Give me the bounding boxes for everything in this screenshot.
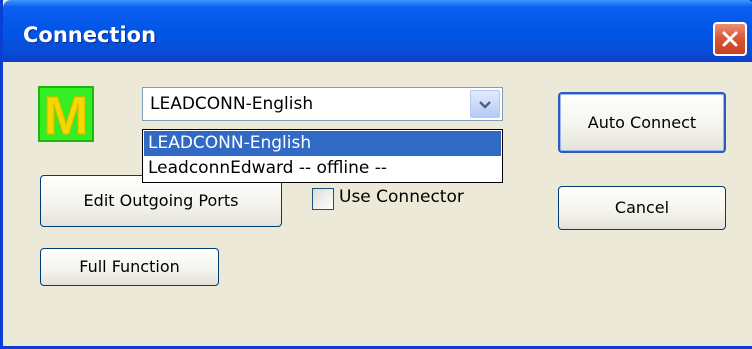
- close-button[interactable]: [713, 22, 747, 56]
- full-function-button[interactable]: Full Function: [40, 248, 219, 286]
- logo-letter: M: [44, 88, 89, 140]
- server-combobox[interactable]: LEADCONN-English: [142, 87, 503, 121]
- window-title: Connection: [23, 23, 157, 47]
- app-logo: M: [38, 86, 94, 142]
- dialog-body: M LEADCONN-English LEADCONN-English Lead…: [6, 62, 752, 346]
- dropdown-option-leadconnedward[interactable]: LeadconnEdward -- offline --: [144, 156, 501, 181]
- use-connector-label[interactable]: Use Connector: [339, 187, 464, 207]
- use-connector-checkbox[interactable]: [312, 188, 334, 210]
- connection-dialog: Connection M LEADCONN-English LEADCONN-E…: [0, 0, 752, 349]
- dropdown-option-leadconn-english[interactable]: LEADCONN-English: [144, 131, 501, 156]
- auto-connect-button[interactable]: Auto Connect: [558, 92, 726, 153]
- combobox-selected-value: LEADCONN-English: [150, 94, 314, 114]
- combobox-dropdown-button[interactable]: [470, 90, 500, 118]
- cancel-button[interactable]: Cancel: [558, 186, 726, 230]
- logo-m-glyph: M: [43, 88, 89, 140]
- server-dropdown-list: LEADCONN-English LeadconnEdward -- offli…: [142, 129, 503, 183]
- title-bar[interactable]: Connection: [3, 0, 752, 62]
